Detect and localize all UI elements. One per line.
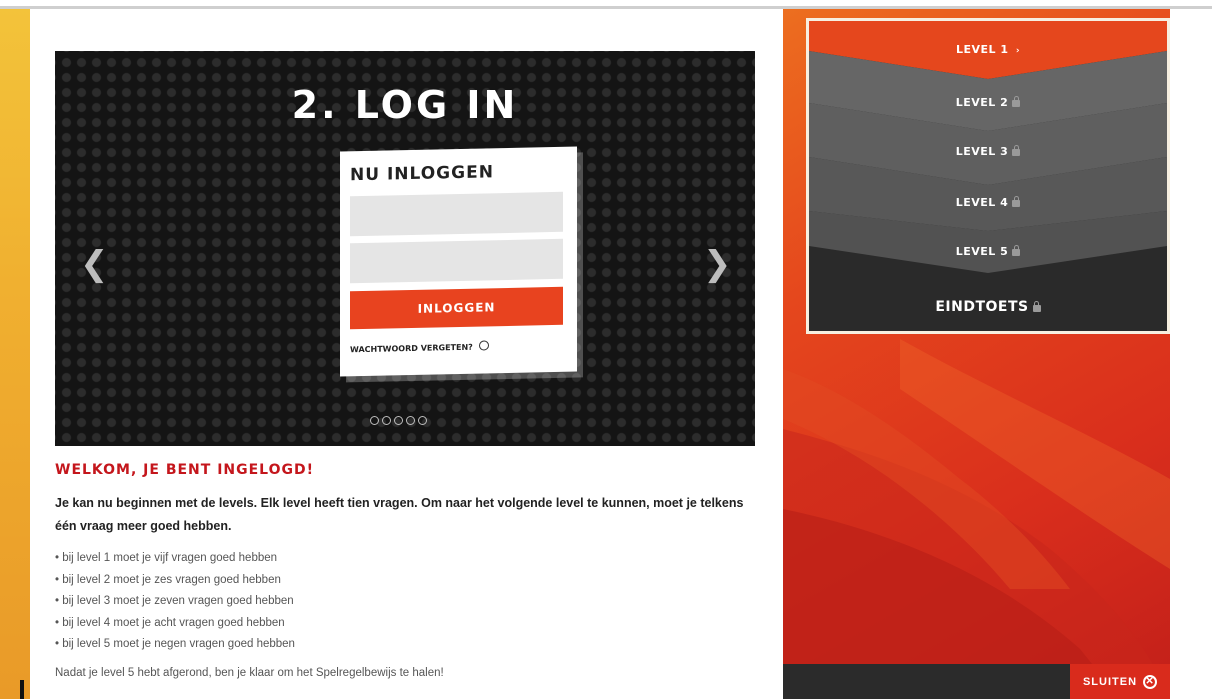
rule-item: • bij level 5 moet je negen vragen goed …: [55, 638, 295, 650]
slide-dot[interactable]: [406, 416, 415, 425]
level-4-label: LEVEL 4: [955, 196, 1009, 209]
lock-icon: [1012, 96, 1021, 107]
login-button-illustration: INLOGGEN: [350, 286, 563, 330]
forgot-password-label: WACHTWOORD VERGETEN?: [350, 342, 473, 355]
close-button[interactable]: SLUITEN ✕: [1070, 664, 1170, 699]
welcome-heading: WELKOM, JE BENT INGELOGD!: [55, 462, 314, 478]
login-button-label: INLOGGEN: [417, 300, 496, 316]
lock-icon: [1032, 301, 1041, 312]
intro-text: Je kan nu beginnen met de levels. Elk le…: [55, 496, 744, 533]
chevron-right-icon[interactable]: ❯: [703, 244, 732, 284]
chevron-left-icon[interactable]: ❮: [80, 244, 109, 284]
close-icon: ✕: [1143, 674, 1158, 689]
level-1-item[interactable]: LEVEL 1 ›: [809, 43, 1167, 56]
level-2-label: LEVEL 2: [955, 96, 1009, 109]
footer-bar: [783, 664, 1070, 699]
welcome-content: WELKOM, JE BENT INGELOGD! Je kan nu begi…: [55, 462, 755, 679]
level-3-item[interactable]: LEVEL 3: [809, 145, 1167, 158]
lock-icon: [1012, 245, 1021, 256]
slide-dots: [370, 416, 427, 425]
rule-item: • bij level 3 moet je zeven vragen goed …: [55, 595, 294, 607]
level-5-item[interactable]: LEVEL 5: [809, 245, 1167, 258]
login-card-title: NU INLOGGEN: [350, 162, 494, 186]
level-menu: LEVEL 1 › LEVEL 2 LEVEL 3 LEVEL 4 LEVEL …: [806, 18, 1170, 334]
login-card-illustration: NU INLOGGEN INLOGGEN WACHTWOORD VERGETEN…: [340, 146, 577, 377]
close-button-label: SLUITEN: [1082, 675, 1138, 688]
tutorial-slider: 2. LOG IN ❮ ❯ NU INLOGGEN INLOGGEN WACHT…: [55, 51, 755, 446]
level-menu-background: [809, 21, 1167, 273]
outro-text: Nadat je level 5 hebt afgerond, ben je k…: [55, 666, 444, 679]
level-2-item[interactable]: LEVEL 2: [809, 96, 1167, 109]
rule-item: • bij level 1 moet je vijf vragen goed h…: [55, 552, 278, 564]
rule-item: • bij level 4 moet je acht vragen goed h…: [55, 616, 285, 629]
slide-dot[interactable]: [382, 416, 391, 425]
slide-dot[interactable]: [418, 416, 427, 425]
username-field-illustration: [350, 191, 563, 237]
forgot-password-link: WACHTWOORD VERGETEN?: [350, 340, 489, 354]
slide-title: 2. LOG IN: [291, 83, 519, 127]
arrow-circle-icon: [478, 340, 489, 351]
level-3-label: LEVEL 3: [955, 145, 1009, 158]
lock-icon: [1012, 145, 1021, 156]
final-test-item[interactable]: EINDTOETS: [809, 299, 1167, 315]
password-field-illustration: [350, 238, 563, 284]
level-4-item[interactable]: LEVEL 4: [809, 196, 1167, 209]
slide-dot[interactable]: [370, 416, 379, 425]
lock-icon: [1012, 196, 1021, 207]
chevron-right-icon: ›: [1015, 46, 1021, 56]
edge-marker: [20, 680, 24, 699]
final-test-label: EINDTOETS: [935, 299, 1029, 315]
level-1-label: LEVEL 1: [955, 43, 1009, 56]
level-5-label: LEVEL 5: [955, 245, 1009, 258]
rule-item: • bij level 2 moet je zes vragen goed he…: [55, 573, 281, 586]
slide-dot[interactable]: [394, 416, 403, 425]
rules-list: • bij level 1 moet je vijf vragen goed h…: [55, 548, 755, 656]
